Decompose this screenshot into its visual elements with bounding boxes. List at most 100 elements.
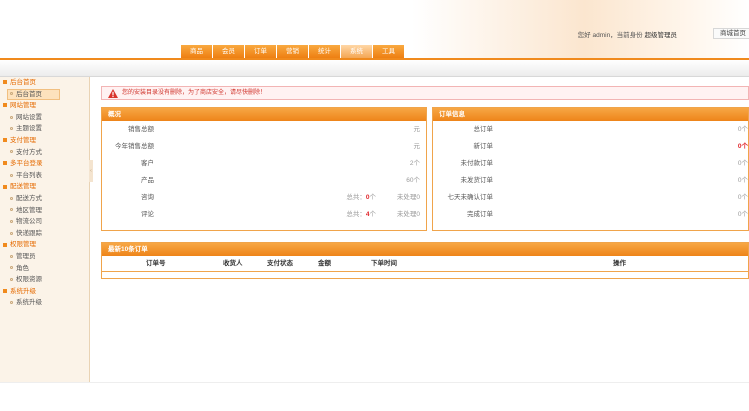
square-bullet-icon — [3, 288, 7, 293]
circle-bullet-icon — [10, 266, 13, 270]
tab-members[interactable]: 会员 — [213, 45, 245, 58]
sidebar-item-label: 平台列表 — [16, 171, 42, 179]
order-info-row[interactable]: 七天未确认订单 0个 — [433, 189, 749, 206]
sidebar-item-label: 网站设置 — [16, 113, 42, 121]
sidebar-group-oauth[interactable]: 多平台登录 — [0, 158, 89, 170]
sidebar-item-regions[interactable]: 地区管理 — [0, 205, 89, 217]
sidebar-item-dashboard[interactable]: 后台首页 — [7, 88, 60, 101]
tab-system[interactable]: 系统 — [341, 45, 373, 58]
sidebar-group-label: 支付管理 — [10, 136, 36, 144]
sub-toolbar — [0, 60, 749, 77]
circle-bullet-icon — [10, 254, 13, 258]
sidebar-item-resources[interactable]: 权限资源 — [0, 274, 89, 286]
install-warning: 您的安装目录没有删除，为了商店安全，请尽快删除！ — [101, 86, 749, 100]
sidebar-group-label: 权限管理 — [10, 241, 36, 249]
tab-marketing[interactable]: 营销 — [277, 45, 309, 58]
order-info-row[interactable]: 完成订单 0个 — [433, 206, 748, 223]
overview-label: 咨询 — [141, 194, 154, 201]
overview-row: 咨询 总共：0个 未处理0 — [102, 189, 426, 206]
overview-row: 评论 总共：4个 未处理0 — [102, 206, 426, 223]
order-info-label: 完成订单 — [467, 211, 493, 218]
tab-tools[interactable]: 工具 — [373, 45, 405, 58]
sidebar-item-label: 角色 — [16, 264, 29, 272]
sidebar-group-delivery[interactable]: 配送管理 — [0, 181, 89, 193]
sidebar-item-logistics[interactable]: 物流公司 — [0, 216, 89, 228]
order-info-row[interactable]: 总订单 0个 — [433, 121, 749, 138]
sidebar-item-label: 地区管理 — [16, 206, 42, 214]
overview-total[interactable]: 总共：0个 — [346, 189, 376, 206]
overview-label: 今年销售总额 — [115, 143, 154, 150]
sidebar-item-roles[interactable]: 角色 — [0, 263, 89, 275]
chevron-left-icon[interactable]: ‹ — [89, 160, 93, 182]
order-info-panel: 订单信息 总订单 0个 新订单 0个 未付款订单 0个 未发货订单 0个 七天未… — [432, 107, 749, 231]
sidebar-item-admins[interactable]: 管理员 — [0, 251, 89, 263]
sidebar: 后台首页 后台首页 网站管理 网站设置 主题设置 支付管理 支付方式 多平台登录… — [0, 77, 90, 382]
sidebar-item-label: 物流公司 — [16, 218, 42, 226]
column-actions: 操作 — [613, 260, 626, 267]
square-bullet-icon — [3, 161, 7, 166]
overview-pending[interactable]: 未处理0 — [397, 189, 420, 206]
sidebar-item-label: 配送方式 — [16, 194, 42, 202]
sidebar-group-home[interactable]: 后台首页 — [0, 77, 89, 89]
sidebar-group-label: 网站管理 — [10, 102, 36, 110]
sidebar-item-label: 主题设置 — [16, 125, 42, 133]
main-nav: 商品 会员 订单 营销 统计 系统 工具 — [181, 45, 405, 58]
sidebar-item-platform-list[interactable]: 平台列表 — [0, 170, 89, 182]
latest-orders-title: 最新10条订单 — [102, 243, 748, 256]
sidebar-group-label: 配送管理 — [10, 183, 36, 191]
sidebar-item-upgrade[interactable]: 系统升级 — [0, 297, 89, 309]
footer — [0, 382, 749, 411]
sidebar-item-tracking[interactable]: 快递跟踪 — [0, 228, 89, 240]
square-bullet-icon — [3, 242, 7, 247]
column-order-no: 订单号 — [146, 260, 166, 267]
sidebar-item-label: 支付方式 — [16, 148, 42, 156]
overview-row: 今年销售总额 元 — [102, 138, 426, 155]
latest-orders-panel: 最新10条订单 订单号 收货人 支付状态 金额 下单时间 操作 — [101, 242, 749, 279]
tab-orders[interactable]: 订单 — [245, 45, 277, 58]
sidebar-group-label: 系统升级 — [10, 287, 36, 295]
role-text: 超级管理员 — [644, 32, 678, 39]
square-bullet-icon — [3, 103, 7, 108]
sidebar-item-delivery-methods[interactable]: 配送方式 — [0, 193, 89, 205]
overview-pending[interactable]: 未处理0 — [397, 206, 420, 223]
header: 您好 admin，当前身份 超级管理员 商城首页 商品 会员 订单 营销 统计 … — [0, 0, 749, 60]
circle-bullet-icon — [10, 115, 13, 119]
order-info-row[interactable]: 未付款订单 0个 — [433, 155, 749, 172]
order-info-value: 0个 — [737, 194, 748, 201]
sidebar-group-permissions[interactable]: 权限管理 — [0, 239, 89, 251]
column-amount: 金额 — [318, 260, 331, 267]
overview-title: 概况 — [102, 108, 426, 121]
order-info-value: 0个 — [737, 160, 748, 167]
square-bullet-icon — [3, 80, 7, 85]
sidebar-item-payment-methods[interactable]: 支付方式 — [0, 147, 89, 159]
sidebar-item-label: 系统升级 — [16, 299, 42, 307]
order-info-label: 未付款订单 — [460, 160, 494, 167]
order-info-value: 0个 — [737, 211, 748, 218]
sidebar-item-site-settings[interactable]: 网站设置 — [0, 112, 89, 124]
tab-products[interactable]: 商品 — [181, 45, 213, 58]
sidebar-item-label: 快递跟踪 — [16, 229, 42, 237]
sidebar-item-theme-settings[interactable]: 主题设置 — [0, 123, 89, 135]
store-home-link[interactable]: 商城首页 — [713, 28, 749, 39]
circle-bullet-icon — [10, 231, 13, 235]
sidebar-group-payment[interactable]: 支付管理 — [0, 135, 89, 147]
square-bullet-icon — [3, 184, 7, 189]
overview-value: 元 — [413, 143, 421, 150]
circle-bullet-icon — [10, 150, 13, 154]
warning-triangle-icon — [108, 89, 118, 98]
overview-total[interactable]: 总共：4个 — [346, 206, 376, 223]
order-info-value: 0个 — [737, 143, 748, 150]
tab-statistics[interactable]: 统计 — [309, 45, 341, 58]
column-payment-status: 支付状态 — [267, 260, 293, 267]
sidebar-group-site[interactable]: 网站管理 — [0, 100, 89, 112]
order-info-label: 新订单 — [473, 143, 494, 150]
circle-bullet-icon — [10, 208, 13, 212]
order-info-row[interactable]: 新订单 0个 — [433, 138, 749, 155]
order-info-row[interactable]: 未发货订单 0个 — [433, 172, 749, 189]
circle-bullet-icon — [10, 173, 13, 177]
sidebar-group-upgrade[interactable]: 系统升级 — [0, 286, 89, 298]
circle-bullet-icon — [10, 92, 13, 96]
overview-label: 客户 — [141, 160, 154, 167]
sidebar-group-label: 多平台登录 — [10, 160, 43, 168]
order-info-title: 订单信息 — [433, 108, 748, 121]
